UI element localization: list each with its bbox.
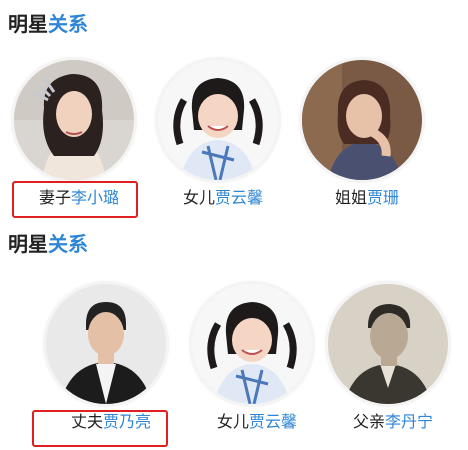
person-name-link[interactable]: 贾云馨 xyxy=(215,188,263,207)
section-title-plain: 明星 xyxy=(8,12,48,36)
section-title-highlight: 关系 xyxy=(48,12,88,36)
relationships-page: 明星关系 妻子李小璐 女儿贾云馨 姐姐贾珊 明星关系 丈夫贾乃亮 女儿贾云馨 父… xyxy=(0,0,468,450)
relation-label: 丈夫 xyxy=(70,412,103,431)
relation-label: 女儿 xyxy=(216,412,249,431)
relation-caption: 姐姐贾珊 xyxy=(292,188,442,208)
relation-card-wife[interactable]: 妻子李小璐 xyxy=(4,60,154,220)
relation-card-daughter[interactable]: 女儿贾云馨 xyxy=(148,60,298,220)
relation-card-father[interactable]: 父亲李丹宁 xyxy=(318,284,468,444)
relation-label: 姐姐 xyxy=(334,188,367,207)
person-name-link[interactable]: 李小璐 xyxy=(71,188,119,207)
relation-label: 父亲 xyxy=(352,412,385,431)
section-title: 明星关系 xyxy=(8,12,88,36)
person-name-link[interactable]: 贾乃亮 xyxy=(103,412,151,431)
relation-caption: 丈夫贾乃亮 xyxy=(36,412,186,432)
person-name-link[interactable]: 李丹宁 xyxy=(385,412,433,431)
portrait-photo xyxy=(46,284,166,404)
avatar-li-danning[interactable] xyxy=(328,284,448,404)
portrait-photo xyxy=(192,284,312,404)
person-name-link[interactable]: 贾珊 xyxy=(367,188,399,207)
avatar-jia-shan[interactable] xyxy=(302,60,422,180)
section-title-highlight: 关系 xyxy=(48,232,88,256)
avatar-jia-yunxin[interactable] xyxy=(158,60,278,180)
portrait-photo xyxy=(302,60,422,180)
portrait-photo xyxy=(14,60,134,180)
section-title: 明星关系 xyxy=(8,232,88,256)
relation-label: 妻子 xyxy=(38,188,71,207)
relation-caption: 女儿贾云馨 xyxy=(148,188,298,208)
relation-caption: 妻子李小璐 xyxy=(4,188,154,208)
person-name-link[interactable]: 贾云馨 xyxy=(249,412,297,431)
section-title-plain: 明星 xyxy=(8,232,48,256)
relation-label: 女儿 xyxy=(182,188,215,207)
portrait-photo xyxy=(158,60,278,180)
relation-caption: 父亲李丹宁 xyxy=(318,412,468,432)
relation-card-husband[interactable]: 丈夫贾乃亮 xyxy=(36,284,186,444)
avatar-li-xiaolu[interactable] xyxy=(14,60,134,180)
relation-card-daughter[interactable]: 女儿贾云馨 xyxy=(182,284,332,444)
avatar-jia-yunxin[interactable] xyxy=(192,284,312,404)
relation-caption: 女儿贾云馨 xyxy=(182,412,332,432)
avatar-jia-nailiang[interactable] xyxy=(46,284,166,404)
relation-card-sister[interactable]: 姐姐贾珊 xyxy=(292,60,442,220)
portrait-photo xyxy=(328,284,448,404)
